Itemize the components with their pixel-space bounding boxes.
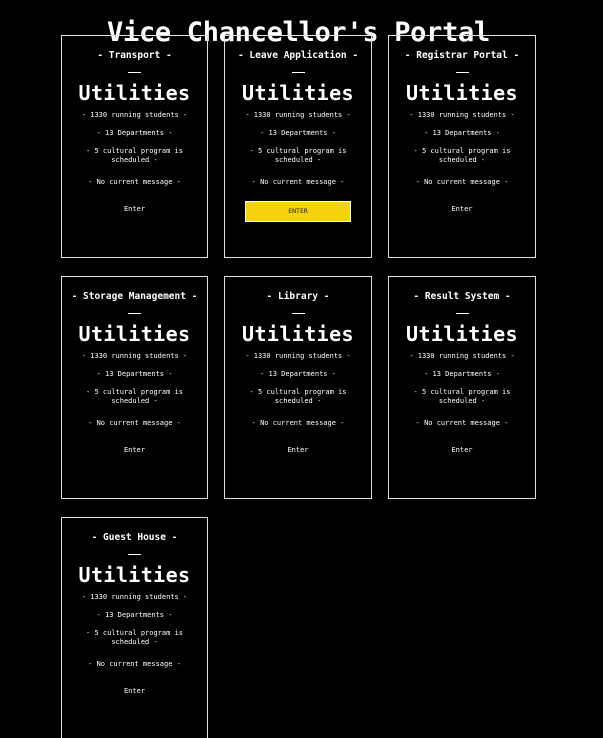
students-count: - 1330 running students - <box>245 111 351 119</box>
title-divider <box>455 313 469 314</box>
card-heading: Utilities <box>242 81 354 105</box>
card-transport: - Transport - Utilities - 1330 running s… <box>61 35 208 258</box>
departments-count: - 13 Departments - <box>96 129 173 137</box>
enter-link[interactable]: Enter <box>124 205 145 214</box>
title-divider <box>291 72 305 73</box>
card-title: - Transport - <box>97 50 172 61</box>
portal-page: Vice Chancellor's Portal - Transport - U… <box>0 0 603 738</box>
cultural-programs: - 5 cultural program is scheduled - <box>86 629 183 646</box>
utility-card-grid: - Transport - Utilities - 1330 running s… <box>61 35 536 738</box>
departments-count: - 13 Departments - <box>424 370 500 378</box>
card-title: - Result System - <box>413 291 511 302</box>
card-title: - Leave Application - <box>237 50 359 61</box>
card-registrar-portal: - Registrar Portal - Utilities - 1330 ru… <box>388 35 536 258</box>
card-heading: Utilities <box>78 322 191 346</box>
message-status: - No current message - <box>88 419 181 427</box>
title-divider <box>128 313 141 314</box>
enter-button[interactable]: ENTER <box>245 201 351 222</box>
message-status: - No current message - <box>415 419 509 427</box>
card-leave-application: - Leave Application - Utilities - 1330 r… <box>224 35 372 258</box>
departments-count: - 13 Departments - <box>96 611 173 619</box>
enter-link[interactable]: Enter <box>451 205 472 214</box>
title-divider <box>291 313 305 314</box>
card-storage-management: - Storage Management - Utilities - 1330 … <box>61 276 208 499</box>
cultural-programs: - 5 cultural program is scheduled - <box>413 147 511 164</box>
card-heading: Utilities <box>78 81 191 105</box>
title-divider <box>128 72 141 73</box>
students-count: - 1330 running students - <box>409 352 515 360</box>
message-status: - No current message - <box>88 178 181 186</box>
message-status: - No current message - <box>251 419 345 427</box>
students-count: - 1330 running students - <box>245 352 351 360</box>
cultural-programs: - 5 cultural program is scheduled - <box>86 147 183 164</box>
students-count: - 1330 running students - <box>81 593 188 601</box>
students-count: - 1330 running students - <box>81 111 188 119</box>
departments-count: - 13 Departments - <box>260 129 336 137</box>
card-result-system: - Result System - Utilities - 1330 runni… <box>388 276 536 499</box>
cultural-programs: - 5 cultural program is scheduled - <box>413 388 511 405</box>
cultural-programs: - 5 cultural program is scheduled - <box>86 388 183 405</box>
enter-link[interactable]: Enter <box>451 446 472 455</box>
cultural-programs: - 5 cultural program is scheduled - <box>249 147 347 164</box>
departments-count: - 13 Departments - <box>96 370 173 378</box>
card-title: - Storage Management - <box>71 291 198 302</box>
message-status: - No current message - <box>415 178 509 186</box>
departments-count: - 13 Departments - <box>260 370 336 378</box>
card-title: - Library - <box>266 291 330 302</box>
message-status: - No current message - <box>251 178 345 186</box>
title-divider <box>128 554 141 555</box>
students-count: - 1330 running students - <box>81 352 188 360</box>
card-heading: Utilities <box>78 563 191 587</box>
enter-link[interactable]: Enter <box>124 687 145 696</box>
students-count: - 1330 running students - <box>409 111 515 119</box>
card-library: - Library - Utilities - 1330 running stu… <box>224 276 372 499</box>
title-divider <box>455 72 469 73</box>
card-title: - Registrar Portal - <box>404 50 520 61</box>
card-guest-house: - Guest House - Utilities - 1330 running… <box>61 517 208 738</box>
card-heading: Utilities <box>406 81 518 105</box>
card-title: - Guest House - <box>91 532 178 543</box>
card-heading: Utilities <box>406 322 518 346</box>
enter-link[interactable]: Enter <box>124 446 145 455</box>
cultural-programs: - 5 cultural program is scheduled - <box>249 388 347 405</box>
card-heading: Utilities <box>242 322 354 346</box>
message-status: - No current message - <box>88 660 181 668</box>
enter-link[interactable]: Enter <box>287 446 308 455</box>
departments-count: - 13 Departments - <box>424 129 500 137</box>
